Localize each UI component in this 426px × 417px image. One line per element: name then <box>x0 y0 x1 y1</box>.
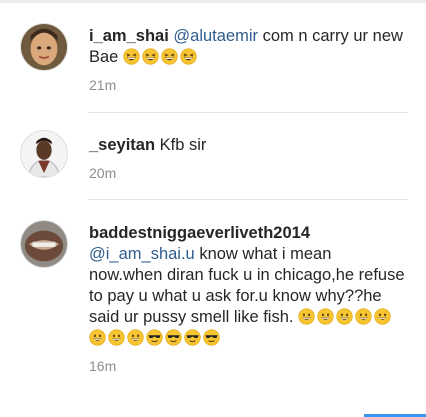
comment-mention[interactable]: @i_am_shai.u <box>89 245 195 263</box>
grinning-squint-emoji-icon <box>161 48 178 65</box>
grin-emoji-icon <box>89 329 106 346</box>
grin-emoji-icon <box>374 308 391 325</box>
comment-timestamp: 21m <box>89 77 117 93</box>
comment-item: _seyitan Kfb sir 20m <box>0 113 426 199</box>
comment-mention[interactable]: @alutaemir <box>173 27 258 45</box>
grin-emoji-icon <box>298 308 315 325</box>
comment-timestamp: 20m <box>89 165 117 181</box>
comment-text: Kfb sir <box>155 136 207 154</box>
comment-item: i_am_shai @alutaemir com n carry ur new … <box>0 0 426 112</box>
grin-emoji-icon <box>336 308 353 325</box>
emoji-group <box>123 48 199 66</box>
sunglasses-emoji-icon <box>165 329 182 346</box>
comment-timestamp: 16m <box>89 358 117 374</box>
grin-emoji-icon <box>108 329 125 346</box>
grinning-squint-emoji-icon <box>180 48 197 65</box>
avatar[interactable] <box>20 23 68 71</box>
avatar[interactable] <box>20 220 68 268</box>
grin-emoji-icon <box>355 308 372 325</box>
grinning-squint-emoji-icon <box>142 48 159 65</box>
grin-emoji-icon <box>317 308 334 325</box>
comment-username[interactable]: _seyitan <box>89 136 155 154</box>
grin-emoji-icon <box>127 329 144 346</box>
sunglasses-emoji-icon <box>184 329 201 346</box>
comment-item: baddestniggaeverliveth2014 @i_am_shai.u … <box>0 200 426 417</box>
sunglasses-emoji-icon <box>203 329 220 346</box>
comment-username[interactable]: baddestniggaeverliveth2014 <box>89 224 310 242</box>
comment-username[interactable]: i_am_shai <box>89 27 169 45</box>
avatar[interactable] <box>20 130 68 178</box>
sunglasses-emoji-icon <box>146 329 163 346</box>
grinning-squint-emoji-icon <box>123 48 140 65</box>
